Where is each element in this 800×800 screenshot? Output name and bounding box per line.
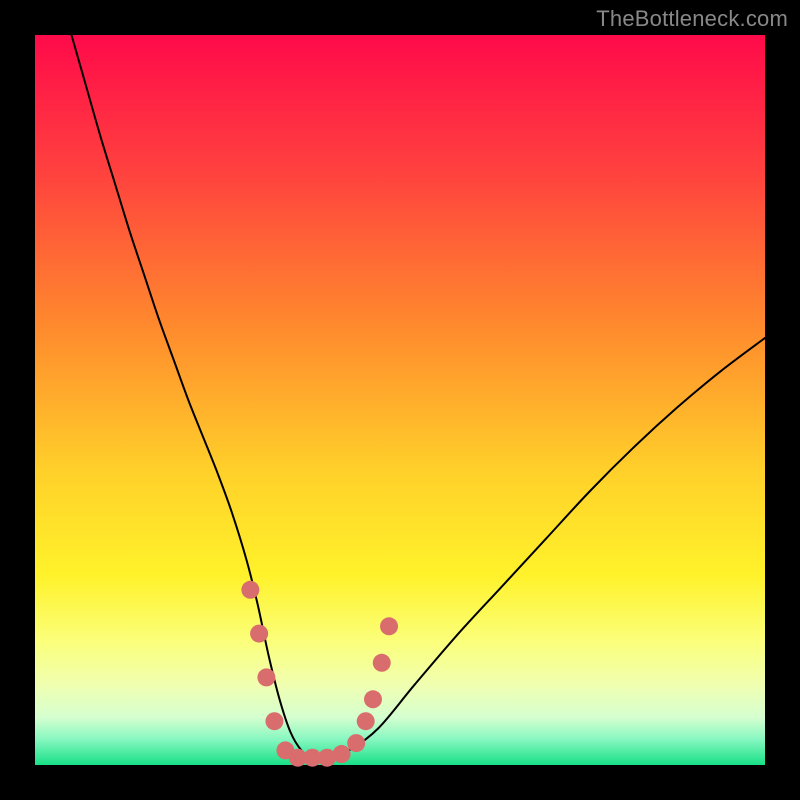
valley-marker: [257, 668, 275, 686]
valley-marker: [241, 581, 259, 599]
bottleneck-chart: [0, 0, 800, 800]
chart-frame: TheBottleneck.com: [0, 0, 800, 800]
valley-marker: [347, 734, 365, 752]
valley-marker: [265, 712, 283, 730]
watermark-label: TheBottleneck.com: [596, 6, 788, 32]
valley-marker: [357, 712, 375, 730]
valley-marker: [373, 654, 391, 672]
valley-marker: [333, 745, 351, 763]
valley-marker: [364, 690, 382, 708]
valley-marker: [380, 617, 398, 635]
gradient-background: [35, 35, 765, 765]
valley-marker: [250, 625, 268, 643]
